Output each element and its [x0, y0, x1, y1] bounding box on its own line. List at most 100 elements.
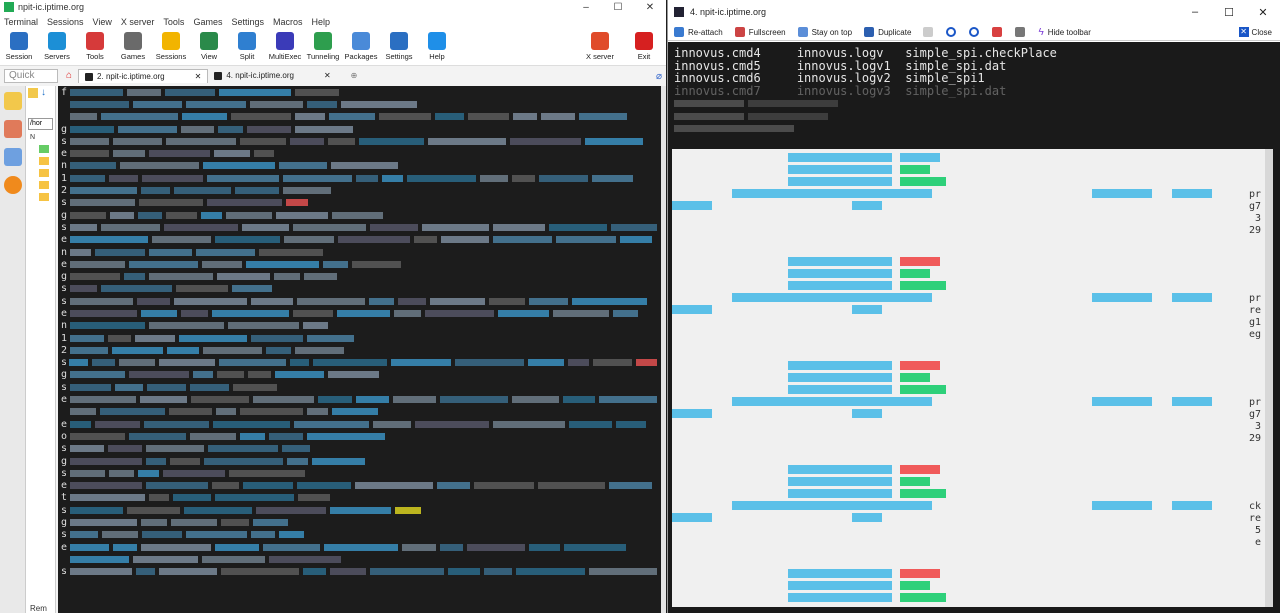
- blurred-text: [70, 100, 129, 108]
- blurred-text: [135, 334, 175, 342]
- edit-button[interactable]: [923, 27, 937, 37]
- blurred-text: [510, 137, 581, 145]
- sidebar-star-icon[interactable]: [3, 92, 22, 110]
- tunneling-button[interactable]: Tunneling: [304, 32, 342, 61]
- left-maximize-button[interactable]: ☐: [602, 2, 634, 13]
- servers-button[interactable]: Servers: [38, 32, 76, 61]
- left-terminal-output[interactable]: fgsen12sgsenegssen12sgseeosgsetsgses: [58, 86, 661, 613]
- fullscreen-button[interactable]: Fullscreen: [734, 27, 786, 37]
- folder-icon[interactable]: [39, 145, 49, 153]
- blurred-text: [294, 420, 369, 428]
- blurred-text: [295, 125, 353, 133]
- menu-item-sessions[interactable]: Sessions: [47, 17, 84, 27]
- blurred-text: [332, 408, 378, 416]
- quick-connect-input[interactable]: Quick connect...: [4, 69, 58, 83]
- close-detached-button[interactable]: ✕ Close: [1238, 27, 1272, 37]
- terminal-line: e: [58, 234, 661, 246]
- split-button[interactable]: Split: [228, 32, 266, 61]
- blurred-text: [493, 420, 565, 428]
- sidebar-send-icon[interactable]: [3, 148, 22, 166]
- exit-button[interactable]: Exit: [622, 32, 666, 61]
- sidebar-macro-icon[interactable]: [3, 176, 22, 194]
- x-server-button[interactable]: X server: [578, 32, 622, 61]
- folder-icon[interactable]: [39, 193, 49, 201]
- menu-item-x-server[interactable]: X server: [121, 17, 155, 27]
- home-tab[interactable]: ⌂: [60, 69, 78, 83]
- left-terminal-scrollbar[interactable]: [661, 86, 666, 613]
- menu-item-terminal[interactable]: Terminal: [4, 17, 38, 27]
- menu-item-games[interactable]: Games: [193, 17, 222, 27]
- left-minimize-button[interactable]: –: [570, 2, 602, 13]
- sessions-button[interactable]: Sessions: [152, 32, 190, 61]
- blurred-text: [390, 359, 452, 367]
- stay-on-top-button[interactable]: Stay on top: [797, 27, 852, 37]
- tab-session-2[interactable]: 2. npit-ic.iptime.org ✕: [78, 69, 209, 84]
- zoom-out-button[interactable]: [969, 27, 983, 37]
- blurred-text: [246, 260, 319, 268]
- blurred-text: [512, 174, 535, 182]
- download-icon[interactable]: ↓: [41, 88, 51, 98]
- line-first-char: s: [61, 283, 68, 295]
- line-first-char: e: [61, 418, 68, 430]
- blurred-text: [193, 371, 213, 379]
- multiexec-button[interactable]: MultiExec: [266, 32, 304, 61]
- attach-icon[interactable]: ⌀: [656, 71, 662, 82]
- blurred-text: [441, 236, 489, 244]
- blurred-text: [394, 309, 421, 317]
- new-tab-button[interactable]: ⊕: [345, 69, 364, 83]
- blurred-text: [539, 174, 588, 182]
- lightning-icon: ϟ: [1038, 26, 1044, 38]
- hide-toolbar-button[interactable]: ϟ Hide toolbar: [1038, 27, 1090, 38]
- print-button[interactable]: [1015, 27, 1029, 37]
- folder-icon[interactable]: [39, 181, 49, 189]
- duplicate-button[interactable]: Duplicate: [864, 27, 911, 37]
- menu-item-help[interactable]: Help: [312, 17, 331, 27]
- reattach-button[interactable]: Re-attach: [674, 27, 723, 37]
- blurred-text: [212, 482, 239, 490]
- blurred-text: [70, 137, 109, 145]
- view-button[interactable]: View: [190, 32, 228, 61]
- packages-button[interactable]: Packages: [342, 32, 380, 61]
- right-minimize-button[interactable]: –: [1178, 6, 1212, 18]
- blurred-text: [415, 420, 489, 428]
- toolbar-label: X server: [586, 52, 614, 61]
- blurred-text: [70, 543, 109, 551]
- blurred-text: [112, 346, 163, 354]
- zoom-in-button[interactable]: [946, 27, 960, 37]
- blurred-text: [250, 100, 303, 108]
- session-button[interactable]: Session: [0, 32, 38, 61]
- folder-icon[interactable]: [39, 169, 49, 177]
- blurred-text: [139, 199, 203, 207]
- tab-session-2-close-icon[interactable]: ✕: [195, 70, 202, 84]
- left-close-button[interactable]: ✕: [634, 2, 666, 13]
- help-button[interactable]: Help: [418, 32, 456, 61]
- blurred-text: [70, 297, 133, 305]
- blurred-text: [592, 174, 633, 182]
- folder-up-icon[interactable]: [28, 88, 38, 98]
- right-terminal-output[interactable]: innovus.cmd4 innovus.logv simple_spi.che…: [668, 42, 1280, 613]
- tools-button[interactable]: Tools: [76, 32, 114, 61]
- right-close-button[interactable]: ✕: [1246, 6, 1280, 19]
- close-label: Close: [1251, 27, 1272, 37]
- sftp-path-field[interactable]: /hor: [28, 118, 53, 130]
- folder-icon[interactable]: [39, 157, 49, 165]
- tab-session-4-close-icon[interactable]: ✕: [324, 69, 331, 83]
- blurred-text: [70, 420, 91, 428]
- sidebar-tools-icon[interactable]: [3, 120, 22, 138]
- menu-item-settings[interactable]: Settings: [231, 17, 264, 27]
- overlay-gui-panel[interactable]: pr g7 3 29 pr re g1 eg pr g7 3 29 ck re 5 e: [672, 149, 1265, 607]
- tab-session-4[interactable]: 4. npit-ic.iptime.org ✕: [208, 69, 336, 83]
- blurred-text: [113, 543, 137, 551]
- menu-item-view[interactable]: View: [93, 17, 112, 27]
- right-maximize-button[interactable]: ☐: [1212, 6, 1246, 19]
- right-terminal-scrollbar[interactable]: [1265, 149, 1273, 607]
- settings-button[interactable]: Settings: [380, 32, 418, 61]
- blurred-text: [307, 334, 354, 342]
- row-edge-text: pr: [1248, 293, 1261, 304]
- blurred-text: [312, 457, 365, 465]
- blurred-text: [70, 150, 109, 158]
- menu-item-tools[interactable]: Tools: [163, 17, 184, 27]
- games-button[interactable]: Games: [114, 32, 152, 61]
- menu-item-macros[interactable]: Macros: [273, 17, 303, 27]
- save-button[interactable]: [992, 27, 1006, 37]
